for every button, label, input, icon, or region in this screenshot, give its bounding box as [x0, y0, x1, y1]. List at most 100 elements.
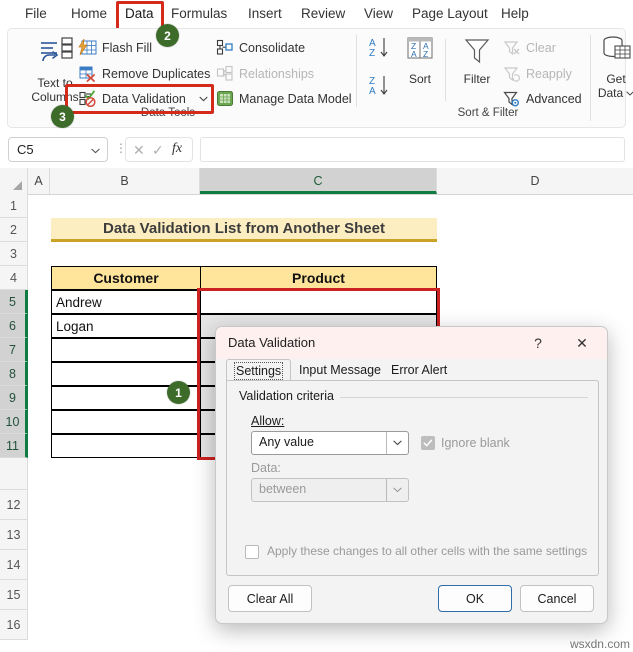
table-cell-customer-1[interactable]: Andrew [51, 290, 201, 314]
get-data-label-line1: Get [606, 72, 626, 86]
row-header-6[interactable]: 6 [0, 314, 28, 338]
advanced-filter-icon [503, 91, 521, 107]
relationships-button: Relationships [216, 63, 314, 84]
insert-function-icon[interactable]: fx [172, 141, 182, 157]
consolidate-label: Consolidate [239, 40, 306, 55]
manage-data-model-label: Manage Data Model [239, 91, 352, 106]
dialog-tab-input-message[interactable]: Input Message [292, 359, 388, 381]
reapply-filter-button: Reapply [503, 63, 572, 84]
ribbon-separator-3 [590, 35, 591, 121]
row-header-13[interactable]: 13 [0, 520, 28, 550]
table-header-product: Product [200, 266, 437, 290]
name-box[interactable]: C5 [8, 137, 108, 162]
dialog-tab-settings-label: Settings [234, 362, 284, 380]
row-header-14[interactable]: 14 [0, 550, 28, 580]
row-header-1[interactable]: 1 [0, 194, 28, 218]
tab-page-layout[interactable]: Page Layout [405, 2, 495, 26]
select-all-corner[interactable] [0, 168, 28, 194]
dialog-close-icon[interactable]: ✕ [569, 332, 595, 354]
clear-all-button[interactable]: Clear All [228, 585, 312, 612]
advanced-filter-label: Advanced [526, 91, 582, 106]
column-header-c[interactable]: C [200, 168, 437, 194]
filter-button[interactable]: Filter [455, 35, 499, 86]
advanced-filter-button[interactable]: Advanced [503, 88, 582, 109]
row-header-7[interactable]: 7 [0, 338, 28, 362]
remove-duplicates-button[interactable]: Remove Duplicates [78, 63, 210, 84]
consolidate-button[interactable]: Consolidate [216, 37, 305, 58]
tab-formulas[interactable]: Formulas [164, 2, 234, 26]
callout-badge-1: 1 [167, 381, 190, 404]
formula-input[interactable] [200, 137, 625, 162]
ribbon-tab-bar: File Home Data Formulas Insert Review Vi… [0, 0, 633, 28]
sort-icon: Z A A Z [400, 35, 440, 69]
tab-review[interactable]: Review [294, 2, 352, 26]
table-cell-customer-2[interactable]: Logan [51, 314, 201, 338]
enter-formula-icon[interactable]: ✓ [152, 142, 164, 159]
sheet-title-banner: Data Validation List from Another Sheet [51, 218, 437, 242]
dialog-tab-strip: Settings Input Message Error Alert [226, 359, 599, 383]
callout-badge-2: 2 [156, 24, 179, 47]
row-header-12[interactable]: 12 [0, 490, 28, 520]
dialog-help-icon[interactable]: ? [525, 332, 551, 354]
row-header-9[interactable]: 9 [0, 386, 28, 410]
dialog-tab-error-alert[interactable]: Error Alert [384, 359, 454, 381]
ok-label: OK [465, 591, 485, 606]
allow-dropdown[interactable]: Any value [251, 431, 409, 455]
allow-value: Any value [259, 435, 314, 449]
row-header-gap [0, 458, 28, 490]
tab-help[interactable]: Help [494, 2, 536, 26]
column-header-a[interactable]: A [28, 168, 50, 194]
filter-label: Filter [463, 72, 491, 86]
row-header-16[interactable]: 16 [0, 610, 28, 640]
row-header-10[interactable]: 10 [0, 410, 28, 434]
sort-descending-button[interactable]: Z A [365, 73, 395, 99]
table-cell-customer-7[interactable] [51, 434, 201, 458]
table-cell-customer-3[interactable] [51, 338, 201, 362]
name-box-value: C5 [17, 142, 34, 157]
tab-home[interactable]: Home [64, 2, 114, 26]
allow-label: Allow: [251, 414, 285, 428]
dialog-title: Data Validation [228, 335, 316, 350]
get-data-label-line2: Data [597, 86, 624, 100]
ok-button[interactable]: OK [438, 585, 512, 612]
relationships-label: Relationships [239, 66, 315, 81]
row-header-4[interactable]: 4 [0, 266, 28, 290]
column-header-b[interactable]: B [50, 168, 200, 194]
formula-bar: C5 ⋮ ✕ ✓ fx [0, 131, 633, 168]
sort-ascending-button[interactable]: A Z [365, 35, 395, 61]
remove-duplicates-label: Remove Duplicates [102, 66, 211, 81]
sort-button[interactable]: Z A A Z Sort [398, 35, 442, 86]
apply-all-checkbox[interactable] [245, 545, 259, 559]
row-header-8[interactable]: 8 [0, 362, 28, 386]
manage-data-model-button[interactable]: Manage Data Model [216, 88, 352, 109]
row-header-5[interactable]: 5 [0, 290, 28, 314]
row-header-15[interactable]: 15 [0, 580, 28, 610]
tab-file[interactable]: File [18, 2, 54, 26]
tab-view[interactable]: View [357, 2, 400, 26]
tab-insert[interactable]: Insert [241, 2, 289, 26]
column-header-row: A B C D [0, 168, 633, 195]
formula-bar-buttons: ✕ ✓ fx [125, 137, 193, 162]
get-data-chevron-down-icon[interactable] [626, 90, 633, 96]
column-header-d[interactable]: D [437, 168, 633, 194]
clear-filter-button: Clear [503, 37, 556, 58]
data-value: between [259, 482, 307, 496]
clear-filter-icon [503, 40, 521, 56]
settings-panel: Validation criteria Allow: Any value Ign… [226, 380, 599, 576]
flash-fill-button[interactable]: Flash Fill [78, 37, 152, 58]
allow-chevron-down-icon[interactable] [386, 432, 408, 454]
ignore-blank-label: Ignore blank [441, 436, 510, 450]
ribbon-separator-2 [445, 39, 446, 101]
flash-fill-label: Flash Fill [102, 40, 153, 55]
reapply-filter-label: Reapply [526, 66, 572, 81]
cancel-formula-icon[interactable]: ✕ [133, 142, 145, 159]
table-cell-customer-6[interactable] [51, 410, 201, 434]
get-data-button[interactable]: Get Data [596, 35, 633, 100]
svg-text:Z: Z [369, 48, 375, 59]
row-header-2[interactable]: 2 [0, 218, 28, 242]
flash-fill-icon [78, 39, 97, 56]
row-header-11[interactable]: 11 [0, 434, 28, 458]
row-header-3[interactable]: 3 [0, 242, 28, 266]
cancel-button[interactable]: Cancel [520, 585, 594, 612]
name-box-chevron-down-icon[interactable] [91, 148, 100, 155]
